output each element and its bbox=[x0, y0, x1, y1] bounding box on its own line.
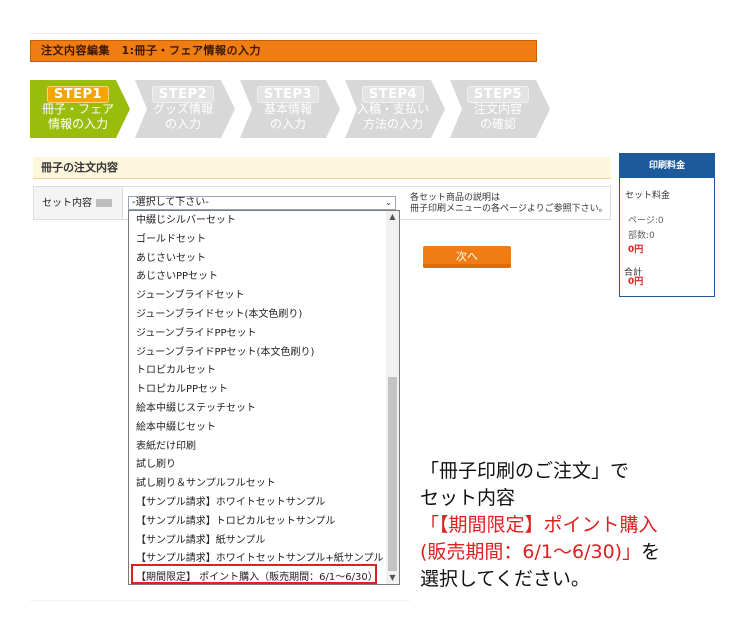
step-badge: STEP5 bbox=[450, 86, 546, 103]
step-label: グッズ情報 の入力 bbox=[152, 102, 213, 131]
section-title: 冊子の注文内容 bbox=[33, 157, 611, 179]
step-progress: STEP1 冊子・フェア 情報の入力 STEP2 グッズ情報 の入力 STEP3 基本情報… bbox=[30, 80, 555, 138]
note-line3: 「【期間限定】ポイント購入 bbox=[420, 514, 658, 536]
help-text: 各セット商品の説明は 冊子印刷メニューの各ページよりご参照下さい。 bbox=[410, 193, 610, 215]
dropdown-option[interactable]: あじさいセット bbox=[136, 252, 206, 266]
set-price-label: セット料金 bbox=[625, 191, 671, 201]
dropdown-option[interactable]: 試し刷り＆サンプルフルセット bbox=[136, 477, 276, 491]
instruction-note: 「冊子印刷のご注文」で セット内容 「【期間限定】ポイント購入 (販売期間：6/… bbox=[420, 458, 750, 593]
step-4: STEP4 入稿・支払い 方法の入力 bbox=[345, 80, 448, 138]
step-label: 注文内容 の確認 bbox=[473, 102, 522, 131]
section-title-text: 冊子の注文内容 bbox=[41, 161, 118, 174]
required-marker bbox=[96, 199, 112, 207]
set-dropdown-list[interactable]: 中綴じシルバーセット ゴールドセット あじさいセット あじさいPPセットジューンブライ… bbox=[128, 210, 400, 585]
note-line4: (販売期間：6/1〜6/30)」 bbox=[420, 541, 642, 563]
dropdown-option[interactable]: トロピカルPPセット bbox=[136, 383, 228, 397]
note-line1: 「冊子印刷のご注文」で bbox=[420, 460, 630, 482]
set-price-value: 0円 bbox=[628, 245, 644, 255]
dropdown-option[interactable]: 【サンプル請求】ホワイトセットサンプル bbox=[136, 496, 325, 510]
step-1: STEP1 冊子・フェア 情報の入力 bbox=[30, 80, 133, 138]
dropdown-option[interactable]: 絵本中綴じステッチセット bbox=[136, 402, 256, 416]
dropdown-option[interactable]: ジューンブライドPPセット bbox=[136, 327, 257, 341]
dropdown-option[interactable]: 絵本中綴じセット bbox=[136, 421, 216, 435]
page-title-bar: 注文内容編集 1:冊子・フェア情報の入力 bbox=[30, 40, 537, 62]
set-select-value: -選択して下さい- bbox=[132, 197, 209, 208]
scroll-up-icon[interactable]: ▲ bbox=[386, 211, 399, 223]
dropdown-option[interactable]: 中綴じシルバーセット bbox=[136, 214, 236, 228]
step-label: 入稿・支払い 方法の入力 bbox=[356, 102, 429, 131]
step-badge: STEP2 bbox=[135, 86, 231, 103]
dropdown-option[interactable]: 表紙だけ印刷 bbox=[136, 440, 196, 454]
scroll-down-icon[interactable]: ▼ bbox=[386, 572, 399, 584]
step-badge: STEP4 bbox=[345, 86, 441, 103]
top-divider bbox=[30, 33, 542, 34]
step-badge: STEP1 bbox=[30, 86, 126, 103]
note-line2: セット内容 bbox=[420, 487, 516, 509]
step-badge: STEP3 bbox=[240, 86, 336, 103]
page-title: 注文内容編集 1:冊子・フェア情報の入力 bbox=[41, 44, 262, 57]
price-sidebar-title: 印刷料金 bbox=[620, 154, 714, 178]
set-label-cell: セット内容 bbox=[33, 186, 123, 220]
pages-count: ページ:0 bbox=[628, 216, 664, 226]
bottom-divider bbox=[30, 600, 410, 601]
dropdown-option[interactable]: 【サンプル請求】紙サンプル bbox=[136, 534, 265, 548]
step-label: 基本情報 の入力 bbox=[263, 102, 312, 131]
dropdown-option[interactable]: 試し刷り bbox=[136, 458, 176, 472]
dropdown-option[interactable]: ゴールドセット bbox=[136, 233, 206, 247]
help-text-line2: 冊子印刷メニューの各ページよりご参照下さい。 bbox=[410, 204, 608, 214]
set-label: セット内容 bbox=[42, 198, 92, 209]
step-3: STEP3 基本情報 の入力 bbox=[240, 80, 343, 138]
next-button[interactable]: 次へ bbox=[423, 246, 511, 268]
set-select[interactable]: -選択して下さい- ⌄ bbox=[128, 196, 396, 210]
note-line5: 選択してください。 bbox=[420, 568, 590, 590]
help-text-line1: 各セット商品の説明は bbox=[410, 193, 501, 203]
highlight-frame bbox=[131, 564, 377, 584]
scroll-thumb[interactable] bbox=[388, 377, 397, 571]
dropdown-option[interactable]: あじさいPPセット bbox=[136, 270, 218, 284]
step-label: 冊子・フェア 情報の入力 bbox=[41, 102, 114, 131]
dropdown-option[interactable]: ジューンブライドセット(本文色刷り) bbox=[136, 308, 302, 322]
price-sidebar: 印刷料金 セット料金 ページ:0 部数:0 0円 合計 0円 bbox=[619, 153, 715, 297]
dropdown-option[interactable]: トロピカルセット bbox=[136, 364, 216, 378]
total-value: 0円 bbox=[628, 277, 644, 287]
dropdown-option[interactable]: 【サンプル請求】トロピカルセットサンプル bbox=[136, 515, 335, 529]
dropdown-scrollbar[interactable]: ▲ ▼ bbox=[386, 211, 399, 584]
chevron-down-icon[interactable]: ⌄ bbox=[383, 198, 394, 208]
note-line4-suffix: を bbox=[641, 541, 661, 563]
step-5: STEP5 注文内容 の確認 bbox=[450, 80, 553, 138]
dropdown-option[interactable]: ジューンブライドセット bbox=[136, 289, 245, 303]
copies-count: 部数:0 bbox=[628, 231, 655, 241]
dropdown-option[interactable]: ジューンブライドPPセット(本文色刷り) bbox=[136, 346, 314, 360]
step-2: STEP2 グッズ情報 の入力 bbox=[135, 80, 238, 138]
